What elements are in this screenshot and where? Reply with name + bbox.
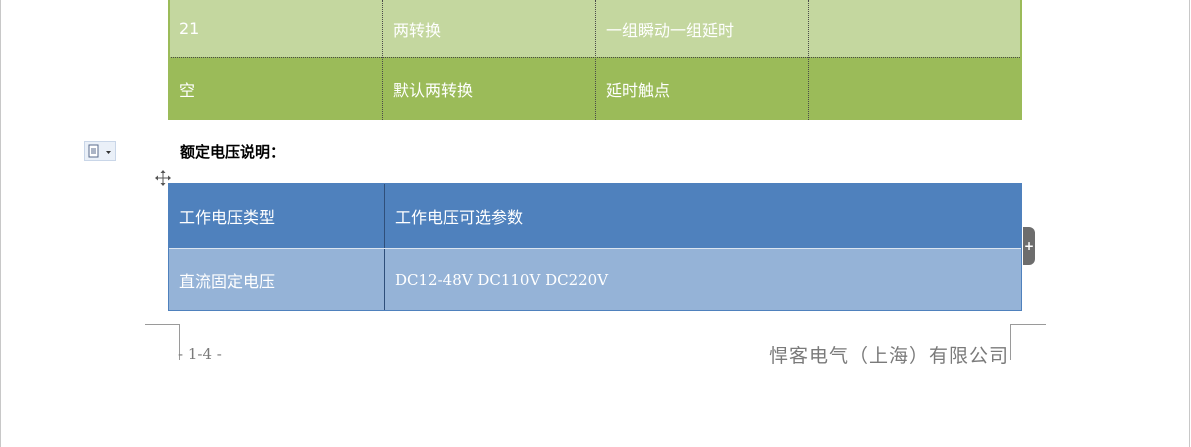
cell-text: 空 <box>179 80 196 100</box>
cell-text: 默认两转换 <box>393 80 474 100</box>
add-row-icon[interactable]: + <box>1023 227 1035 265</box>
table-border <box>1020 0 1022 120</box>
table-border <box>168 0 170 120</box>
table-cell[interactable]: 默认两转换 <box>382 57 595 120</box>
page-edge-left <box>0 0 1 447</box>
cell-text: 一组瞬动一组延时 <box>606 20 735 40</box>
crop-mark <box>1010 324 1011 360</box>
section-heading: 额定电压说明： <box>180 143 286 161</box>
paste-options-icon[interactable] <box>84 141 116 161</box>
table-cell[interactable]: 一组瞬动一组延时 <box>595 0 808 57</box>
table-gridline <box>595 0 596 120</box>
cell-text: 延时触点 <box>606 80 671 100</box>
table-gridline <box>168 57 1022 58</box>
table-cell[interactable] <box>808 0 1022 57</box>
footer-page-number: - 1-4 - <box>178 345 222 363</box>
crop-mark <box>1010 324 1046 325</box>
footer-company-name: 悍客电气（上海）有限公司 <box>768 345 1009 367</box>
table-cell[interactable]: 两转换 <box>382 0 595 57</box>
table-cell[interactable] <box>808 57 1022 120</box>
cell-text: 21 <box>179 19 200 38</box>
table-cell[interactable]: 延时触点 <box>595 57 808 120</box>
table-cell[interactable]: 空 <box>168 57 382 120</box>
crop-mark <box>145 324 180 325</box>
page-edge-right <box>1189 0 1190 447</box>
table-border <box>168 183 1022 311</box>
table-gridline <box>382 0 383 120</box>
table-cell[interactable]: 21 <box>168 0 382 57</box>
cell-text: 两转换 <box>393 20 442 40</box>
table-gridline <box>808 0 809 120</box>
